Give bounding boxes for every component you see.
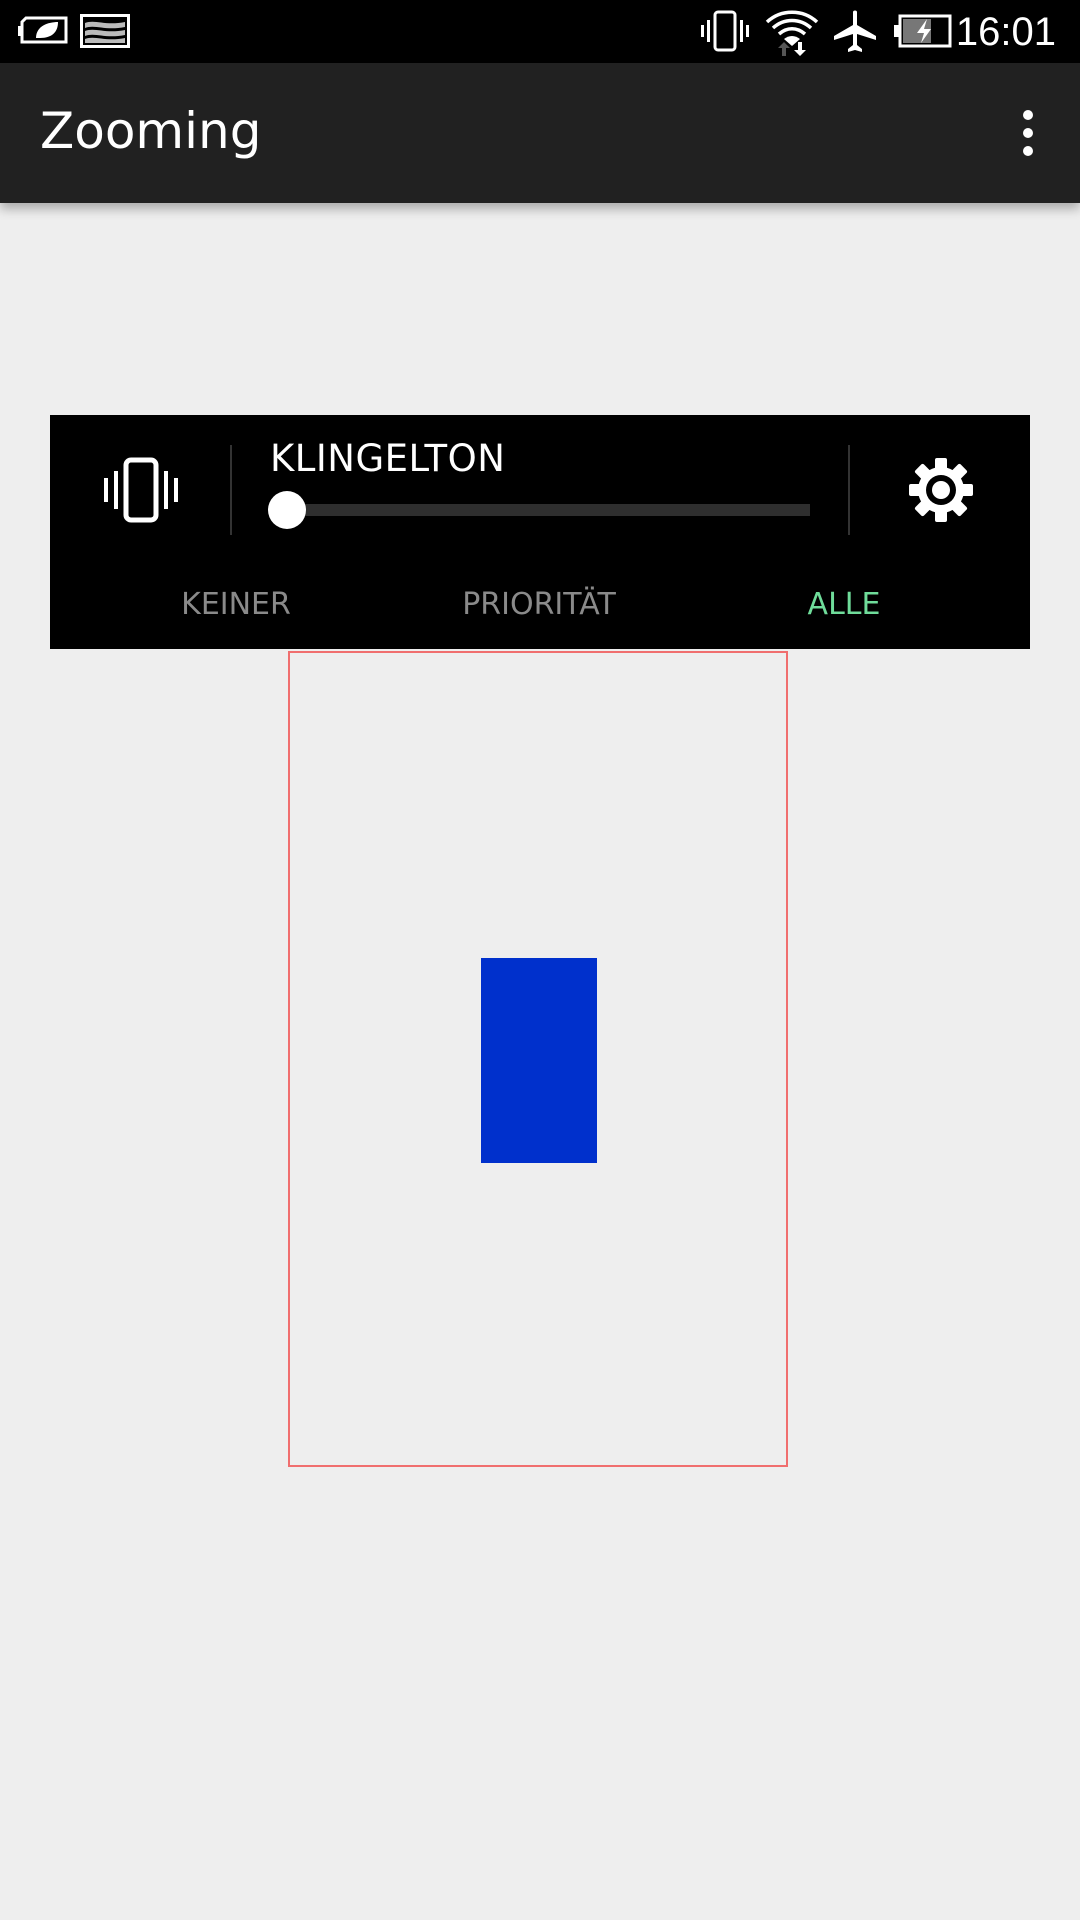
battery-saver-icon	[18, 16, 68, 44]
volume-slider-track[interactable]	[278, 504, 810, 516]
vibrate-icon	[701, 10, 749, 52]
overflow-menu-icon-dot	[1023, 146, 1033, 156]
status-bar: 16:01	[0, 0, 1080, 63]
volume-stream-label: KLINGELTON	[270, 437, 506, 480]
mode-tab-none[interactable]: KEINER	[181, 585, 291, 625]
zoom-target-rectangle[interactable]	[481, 958, 597, 1163]
overflow-menu-button[interactable]	[998, 103, 1058, 163]
page-title: Zooming	[40, 102, 262, 160]
wifi-icon	[765, 10, 819, 56]
airplane-icon	[834, 10, 876, 52]
app-bar: Zooming	[0, 63, 1080, 203]
volume-panel: KLINGELTON KEINER PRIORITÄT ALLE	[50, 415, 1030, 649]
divider	[848, 445, 850, 535]
overflow-menu-icon-dot	[1023, 128, 1033, 138]
gear-icon[interactable]	[908, 457, 974, 523]
mode-tab-priority[interactable]: PRIORITÄT	[462, 585, 616, 625]
overflow-menu-icon-dot	[1023, 110, 1033, 120]
vibrate-icon[interactable]	[102, 457, 180, 523]
volume-slider-thumb[interactable]	[268, 491, 306, 529]
image-notification-icon	[80, 14, 130, 48]
status-time: 16:01	[955, 10, 1056, 54]
mode-tab-all[interactable]: ALLE	[808, 585, 881, 625]
battery-charging-icon	[894, 14, 952, 48]
divider	[230, 445, 232, 535]
